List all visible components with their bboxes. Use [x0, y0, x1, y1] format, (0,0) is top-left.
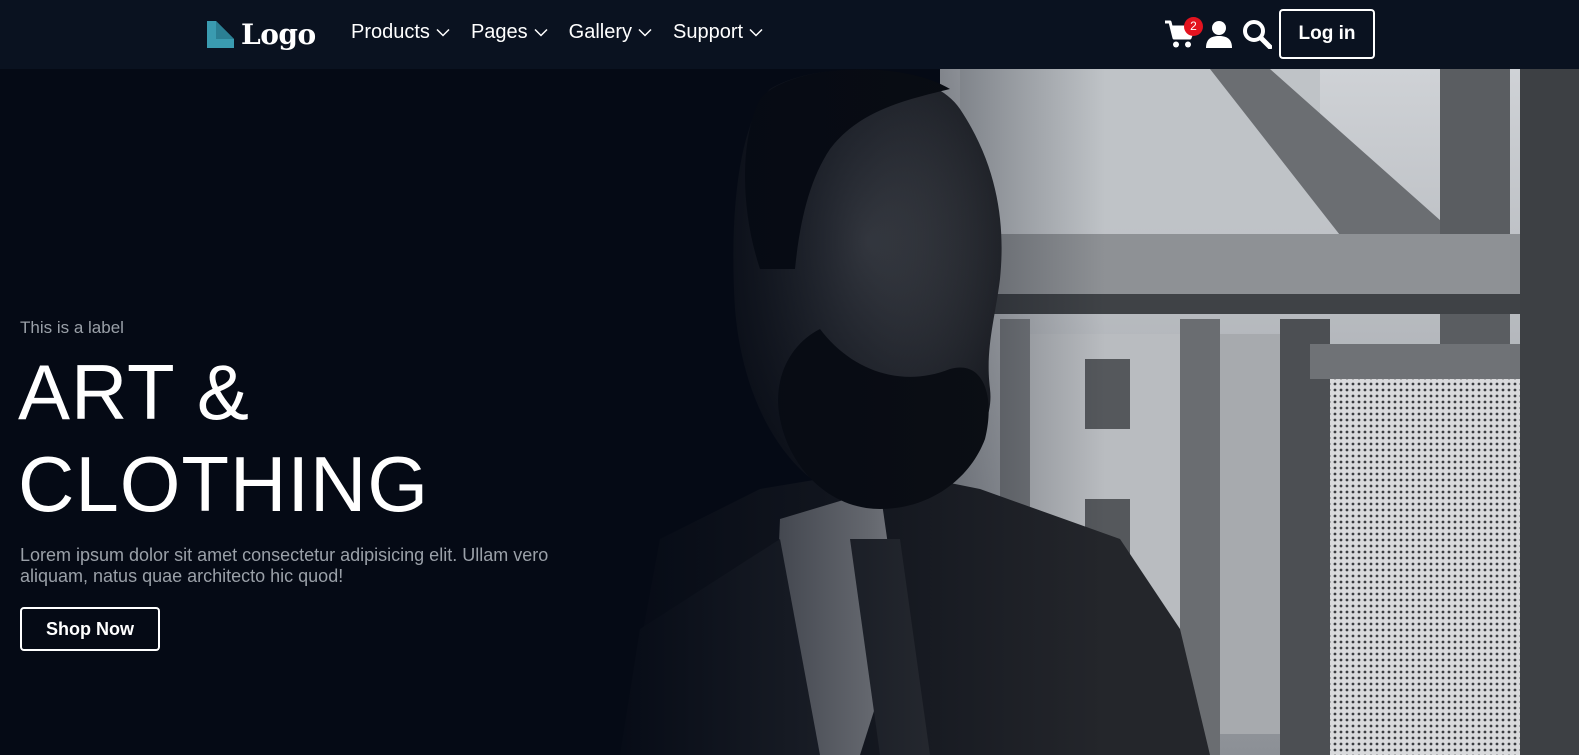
cart-count-badge: 2: [1184, 17, 1203, 36]
hero-description: Lorem ipsum dolor sit amet consectetur a…: [20, 545, 549, 586]
main-nav: Products Pages Gallery Support: [351, 21, 763, 44]
hero-title-line: CLOTHING: [18, 440, 430, 528]
search-button[interactable]: [1242, 19, 1272, 49]
nav-item-label: Gallery: [568, 21, 633, 43]
nav-item-support[interactable]: Support: [673, 21, 763, 44]
logo-text: Logo: [241, 17, 316, 51]
chevron-down-icon: [638, 28, 652, 37]
nav-tools: 2 Log in: [1164, 9, 1375, 59]
nav-item-gallery[interactable]: Gallery: [569, 21, 652, 44]
login-button[interactable]: Log in: [1279, 9, 1375, 59]
cart-button[interactable]: 2: [1164, 17, 1203, 49]
user-icon: [1206, 21, 1232, 48]
hero-title: ART & CLOTHING: [18, 346, 578, 530]
nav-item-label: Pages: [470, 21, 528, 43]
nav-item-products[interactable]: Products: [351, 21, 450, 44]
hero-title-line: ART &: [18, 348, 250, 436]
nav-item-pages[interactable]: Pages: [471, 21, 548, 44]
chevron-down-icon: [436, 28, 450, 37]
landing-page: Logo Products Pages Gallery Support 2 Lo…: [0, 0, 1579, 755]
top-navbar: Logo Products Pages Gallery Support 2 Lo…: [0, 0, 1579, 69]
account-button[interactable]: [1205, 20, 1233, 48]
shop-now-button[interactable]: Shop Now: [20, 607, 160, 651]
chevron-down-icon: [534, 28, 548, 37]
search-icon: [1243, 20, 1272, 49]
chevron-down-icon: [749, 28, 763, 37]
hero-label: This is a label: [20, 318, 124, 337]
hero-section: This is a label ART & CLOTHING Lorem ips…: [0, 69, 1579, 755]
nav-item-label: Support: [673, 21, 744, 43]
nav-item-label: Products: [351, 21, 430, 43]
brand-logo[interactable]: Logo: [207, 17, 316, 51]
logo-icon: [207, 20, 234, 48]
